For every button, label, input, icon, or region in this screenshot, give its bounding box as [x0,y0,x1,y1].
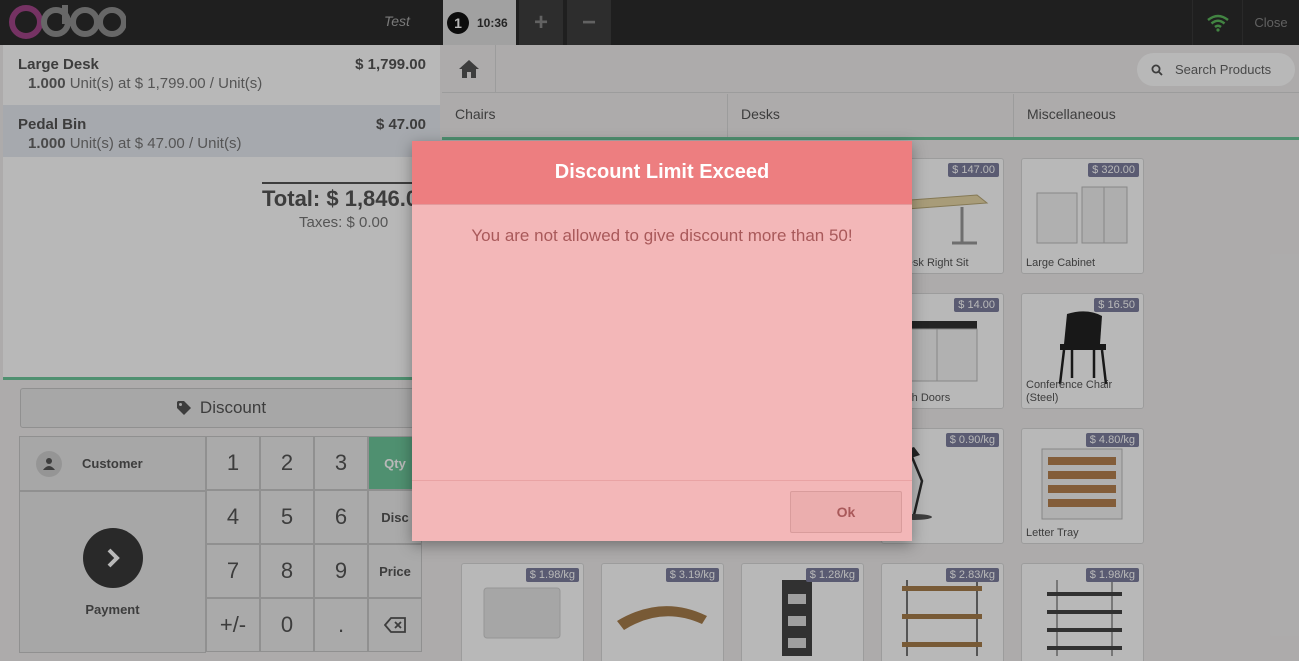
dialog-footer: Ok [412,480,912,541]
dialog-message: You are not allowed to give discount mor… [471,226,853,245]
ok-button[interactable]: Ok [790,491,902,533]
dialog-title: Discount Limit Exceed [412,141,912,205]
discount-limit-dialog: Discount Limit Exceed You are not allowe… [412,141,912,541]
